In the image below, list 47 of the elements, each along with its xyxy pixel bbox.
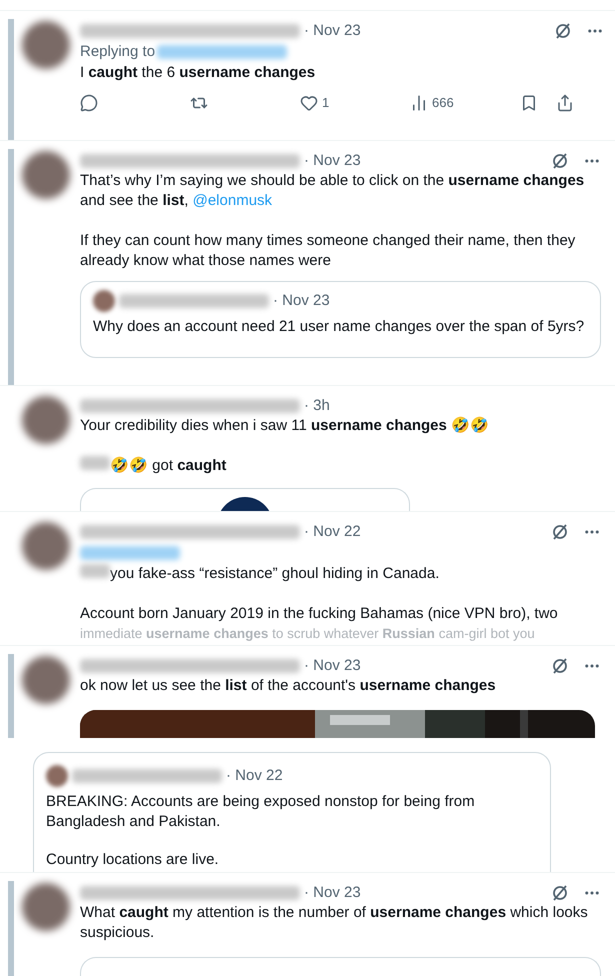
post-date: · 3h [304,396,330,416]
tweet-text: ok now let us see the list of the account's username changes [80,676,496,696]
like-button[interactable]: 1 [300,93,410,112]
share-icon [556,94,574,112]
blurred-mention [80,456,110,470]
tweet-text: 🤣🤣 got caught [110,456,226,476]
avatar [22,151,70,199]
slashed-circle-icon[interactable] [551,657,569,675]
tweet-text: Why does an account need 21 user name changes over the span of 5yrs? [93,316,584,336]
post-date: · Nov 23 [304,656,361,676]
slashed-circle-icon[interactable] [554,22,572,40]
post-date: · Nov 23 [304,150,361,171]
tweet-text: immediate username changes to scrub whatever Russian cam-girl bot you [80,625,535,643]
tweet-text: you fake-ass “resistance” ghoul hiding in Canada. [110,564,440,584]
avatar [22,656,70,704]
post-date: · Nov 22 [226,766,283,786]
tweet-text: If they can count how many times someone changed their name, then they already know what those names were [80,231,576,271]
reply-icon [80,94,98,112]
tweet-text: Account born January 2019 in the fucking Bahamas (nice VPN bro), two [80,604,558,624]
avatar [46,765,68,788]
avatar [22,883,70,931]
heart-icon [300,94,318,112]
quoted-post[interactable]: · Nov 23 Why does an account need 21 user name changes over the span of 5yrs? [80,281,601,358]
tweet-text: What caught my attention is the number of username changes which looks suspicious. [80,903,589,943]
views-button[interactable]: 666 [410,93,520,112]
post-date: · Nov 22 [304,522,361,542]
blurred-mention [80,564,110,578]
tweet-text: BREAKING: Accounts are being exposed nonstop for being from Bangladesh and Pakistan. [46,792,476,832]
post-date: · Nov 23 [273,291,330,311]
bookmark-button[interactable] [520,94,538,112]
tweet-text: Your credibility dies when i saw 11 username changes 🤣🤣 [80,416,490,436]
avatar [22,21,70,69]
slashed-circle-icon[interactable] [551,523,569,541]
bar-chart-icon [410,94,428,112]
bookmark-icon [520,94,538,112]
avatar [93,290,115,312]
post-date: · Nov 23 [304,20,361,41]
slashed-circle-icon[interactable] [551,884,569,902]
tweet-text: That’s why I’m saying we should be able to click on the username changes and see the list, @elonmusk [80,171,586,211]
post-date: · Nov 23 [304,882,361,903]
tweet-text: Country locations are live. [46,850,219,870]
slashed-circle-icon[interactable] [551,152,569,170]
tweet-text: I caught the 6 username changes [80,63,316,83]
avatar [22,396,70,444]
share-button[interactable] [556,94,574,112]
avatar [22,522,70,570]
replying-to-label: Replying to [80,42,156,62]
